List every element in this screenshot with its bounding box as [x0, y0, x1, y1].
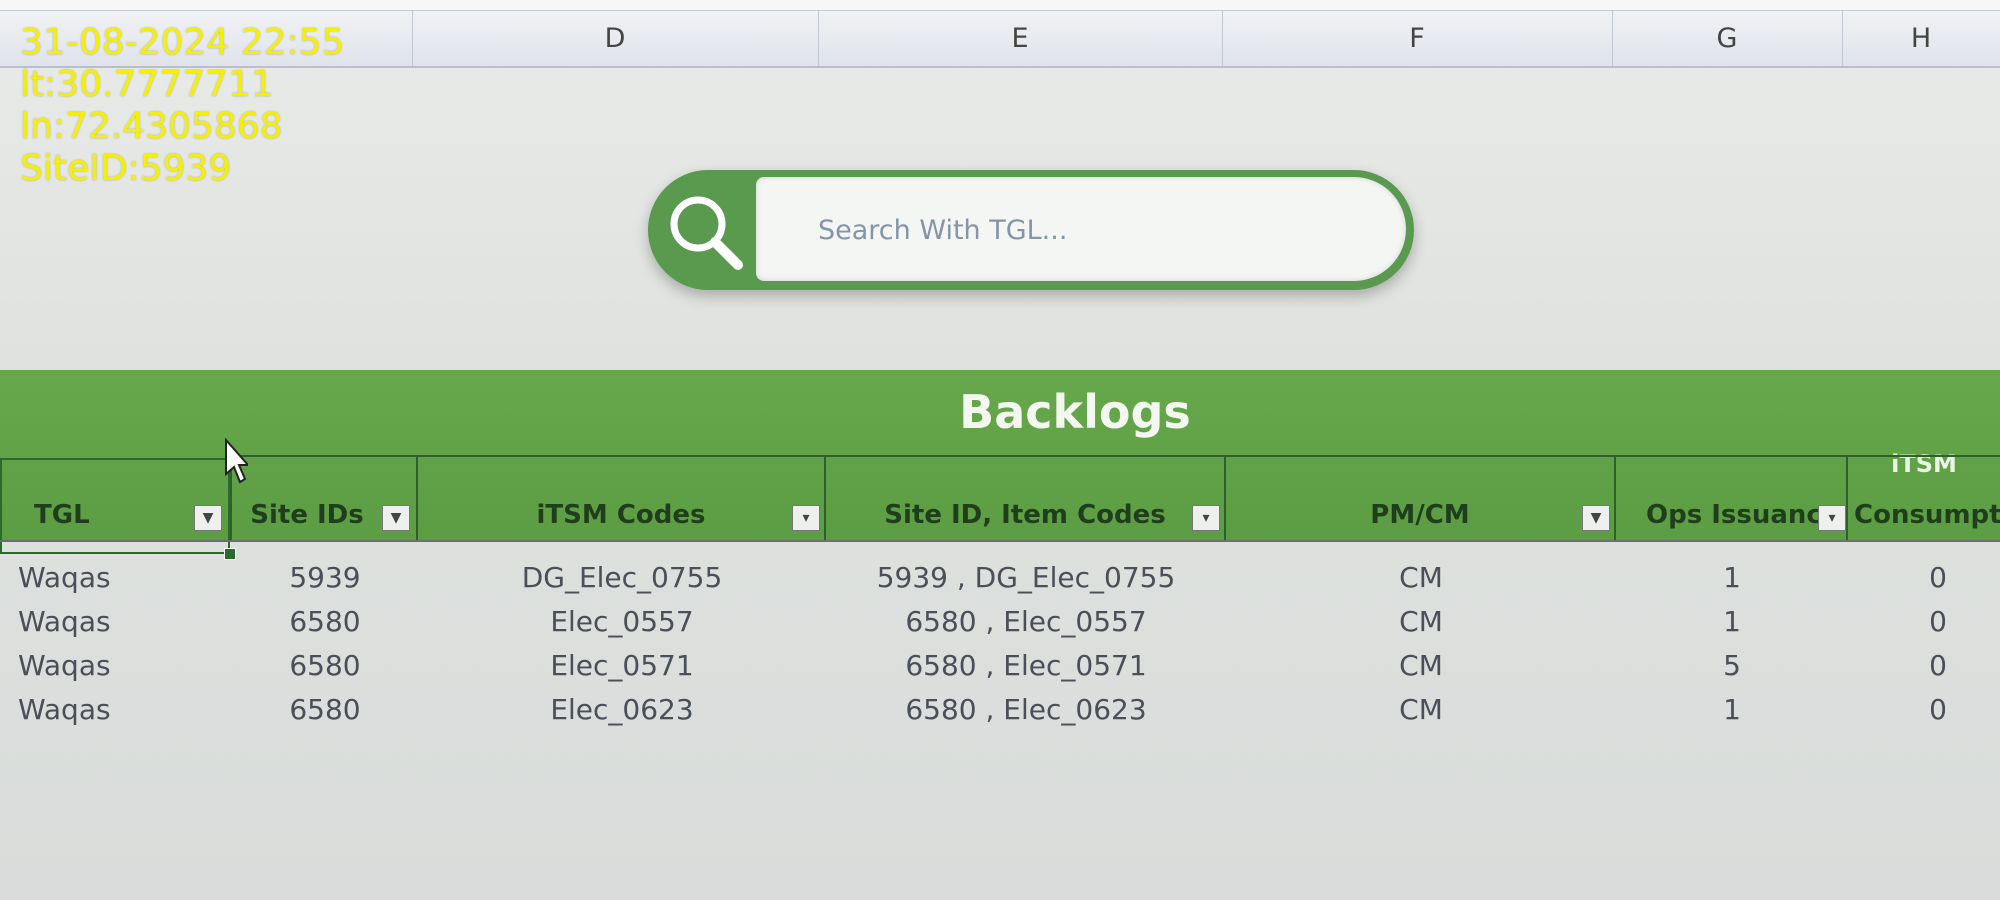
column-header-e[interactable]: E: [818, 10, 1223, 66]
cell-site-id[interactable]: 6580: [232, 644, 418, 688]
column-header-d[interactable]: D: [412, 10, 819, 66]
photo-stamp: 31-08-2024 22:55 lt:30.7777711 ln:72.430…: [20, 22, 344, 190]
header-site-item-codes[interactable]: Site ID, Item Codes ▾: [826, 455, 1226, 540]
header-pm-cm-label: PM/CM: [1370, 500, 1470, 530]
cell-pm-cm[interactable]: CM: [1226, 644, 1616, 688]
column-header-g[interactable]: G: [1612, 10, 1843, 66]
header-bottom-border: [0, 540, 2000, 542]
cell-pm-cm[interactable]: CM: [1226, 688, 1616, 732]
dropdown-arrow-icon[interactable]: ▾: [1192, 505, 1220, 531]
stamp-latitude: lt:30.7777711: [20, 64, 274, 105]
table-row[interactable]: Waqas 6580 Elec_0557 6580 , Elec_0557 CM…: [0, 600, 2000, 644]
cell-itsm-code[interactable]: DG_Elec_0755: [418, 556, 826, 600]
cell-site-id[interactable]: 6580: [232, 600, 418, 644]
stamp-site-id: SiteID:5939: [20, 148, 232, 189]
stamp-datetime: 31-08-2024 22:55: [20, 22, 345, 63]
header-ops-issuance[interactable]: Ops Issuance ▾: [1616, 455, 1848, 540]
header-site-item-codes-label: Site ID, Item Codes: [884, 500, 1166, 530]
header-itsm-codes[interactable]: iTSM Codes ▾: [418, 455, 826, 540]
header-itsm-consumption[interactable]: Consumptio: [1848, 455, 2000, 540]
cell-site-item[interactable]: 6580 , Elec_0557: [826, 600, 1226, 644]
cell-tgl[interactable]: Waqas: [18, 644, 111, 688]
cell-tgl[interactable]: Waqas: [18, 600, 111, 644]
filter-icon[interactable]: ▼: [1582, 505, 1610, 531]
search-box[interactable]: [648, 170, 1420, 290]
move-cursor-icon: [212, 437, 251, 488]
search-input[interactable]: [756, 177, 1420, 283]
table-row[interactable]: Waqas 6580 Elec_0571 6580 , Elec_0571 CM…: [0, 644, 2000, 688]
table-title: Backlogs: [959, 385, 1191, 439]
cell-pm-cm[interactable]: CM: [1226, 556, 1616, 600]
cell-site-item[interactable]: 6580 , Elec_0623: [826, 688, 1226, 732]
cell-site-item[interactable]: 5939 , DG_Elec_0755: [826, 556, 1226, 600]
search-field[interactable]: [756, 177, 1420, 283]
column-header-f[interactable]: F: [1222, 10, 1613, 66]
cell-itsm-code[interactable]: Elec_0557: [418, 600, 826, 644]
header-itsm-codes-label: iTSM Codes: [536, 500, 706, 530]
cell-ops-issuance[interactable]: 1: [1616, 688, 1848, 732]
dropdown-arrow-icon[interactable]: ▾: [1818, 505, 1846, 531]
cell-site-id[interactable]: 6580: [232, 688, 418, 732]
cell-tgl[interactable]: Waqas: [18, 556, 111, 600]
stamp-longitude: ln:72.4305868: [20, 106, 283, 147]
header-ops-issuance-label: Ops Issuance: [1646, 500, 1840, 530]
header-site-ids-label: Site IDs: [250, 500, 364, 530]
cell-itsm-consumption[interactable]: 0: [1848, 644, 2000, 688]
header-site-ids[interactable]: Site IDs ▼: [232, 455, 418, 540]
filter-icon[interactable]: ▼: [382, 505, 410, 531]
header-itsm-consumption-label: Consumptio: [1854, 500, 2000, 530]
column-header-h[interactable]: H: [1842, 10, 2000, 66]
cell-itsm-consumption[interactable]: 0: [1848, 688, 2000, 732]
cell-tgl[interactable]: Waqas: [18, 688, 111, 732]
cell-itsm-code[interactable]: Elec_0571: [418, 644, 826, 688]
cell-ops-issuance[interactable]: 1: [1616, 556, 1848, 600]
dropdown-arrow-icon[interactable]: ▾: [792, 505, 820, 531]
cell-site-item[interactable]: 6580 , Elec_0571: [826, 644, 1226, 688]
cell-ops-issuance[interactable]: 1: [1616, 600, 1848, 644]
table-row[interactable]: Waqas 5939 DG_Elec_0755 5939 , DG_Elec_0…: [0, 556, 2000, 600]
cell-itsm-code[interactable]: Elec_0623: [418, 688, 826, 732]
cell-pm-cm[interactable]: CM: [1226, 600, 1616, 644]
cell-site-id[interactable]: 5939: [232, 556, 418, 600]
search-icon[interactable]: [648, 170, 758, 290]
cell-itsm-consumption[interactable]: 0: [1848, 556, 2000, 600]
cell-ops-issuance[interactable]: 5: [1616, 644, 1848, 688]
cell-itsm-consumption[interactable]: 0: [1848, 600, 2000, 644]
header-pm-cm[interactable]: PM/CM ▼: [1226, 455, 1616, 540]
table-row[interactable]: Waqas 6580 Elec_0623 6580 , Elec_0623 CM…: [0, 688, 2000, 732]
